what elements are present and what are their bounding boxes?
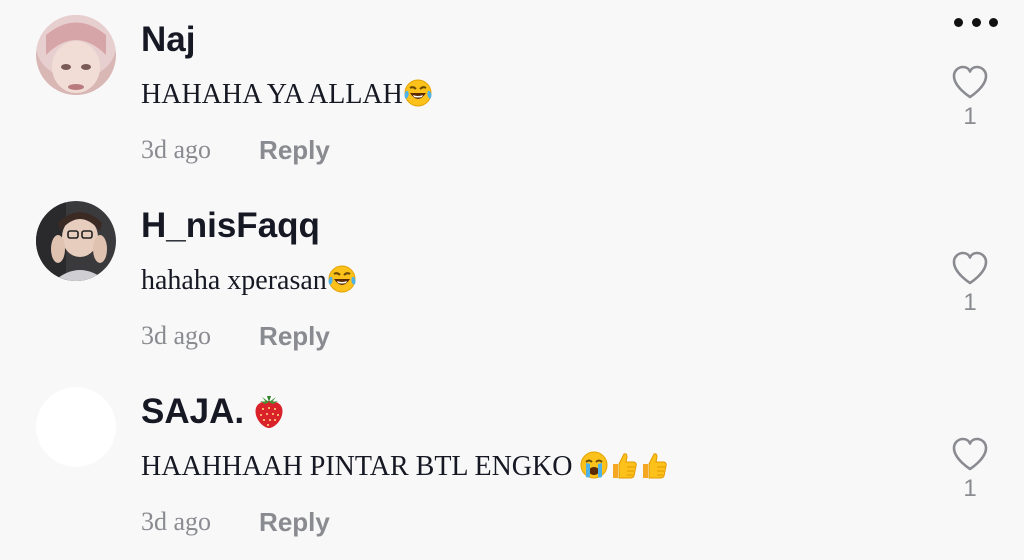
face-with-tears-of-joy-icon [403,78,433,108]
comment-item: H_nisFaqq hahaha xperasan 3d ago Reply 1 [0,186,1024,366]
comment-text: HAAHHAAH PINTAR BTL ENGKO [141,449,669,485]
username-text: SAJA. [141,392,245,431]
like-count: 1 [963,475,977,502]
heart-outline-icon [951,64,989,100]
thumbs-up-icon [639,450,669,480]
comment-text-content: HAHAHA YA ALLAH [141,79,403,110]
like-button[interactable]: 1 [950,250,990,316]
comment-meta: 3d ago Reply [141,318,330,354]
comment-meta: 3d ago Reply [141,132,330,168]
timestamp: 3d ago [141,507,212,536]
loudly-crying-face-icon [579,450,609,480]
comment-text-content: HAAHHAAH PINTAR BTL ENGKO [141,451,580,482]
reply-button[interactable]: Reply [259,507,330,538]
avatar[interactable] [36,201,116,281]
comment-text-content: hahaha xperasan [141,265,327,296]
username[interactable]: H_nisFaqq [141,206,320,246]
username[interactable]: SAJA. [141,392,286,432]
like-count: 1 [963,103,977,130]
face-with-tears-of-joy-icon [327,264,357,294]
comment-meta: 3d ago Reply [141,504,330,540]
like-button[interactable]: 1 [950,64,990,130]
timestamp: 3d ago [141,321,212,350]
comment-item: SAJA. HAAHHAAH PINTAR BTL ENGKO 3d ago R… [0,372,1024,552]
like-button[interactable]: 1 [950,436,990,502]
avatar[interactable] [36,15,116,95]
heart-outline-icon [951,436,989,472]
strawberry-icon [252,393,286,429]
reply-button[interactable]: Reply [259,135,330,166]
like-count: 1 [963,289,977,316]
comment-text: hahaha xperasan [141,263,357,299]
timestamp: 3d ago [141,135,212,164]
comment-item: Naj HAHAHA YA ALLAH 3d ago Reply 1 [0,0,1024,180]
comment-text: HAHAHA YA ALLAH [141,77,433,113]
username[interactable]: Naj [141,20,195,60]
avatar[interactable] [36,387,116,467]
reply-button[interactable]: Reply [259,321,330,352]
thumbs-up-icon [609,450,639,480]
heart-outline-icon [951,250,989,286]
